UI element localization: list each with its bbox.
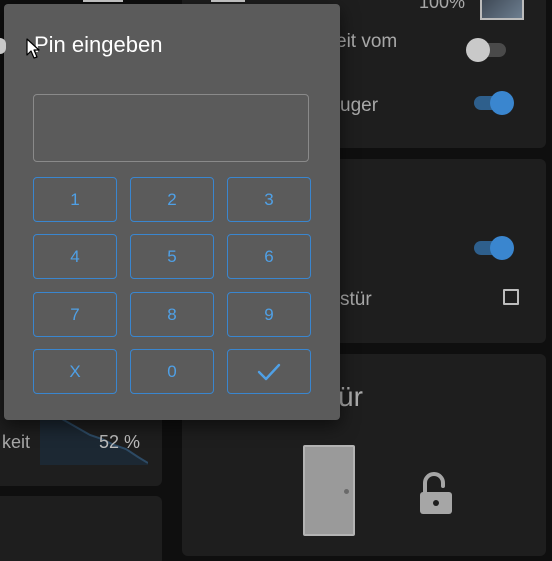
key-8[interactable]: 8 — [130, 292, 214, 337]
key-4[interactable]: 4 — [33, 234, 117, 279]
checkbox-row3[interactable] — [503, 289, 519, 305]
lock-open-icon[interactable] — [418, 470, 456, 516]
row2-label: uger — [340, 95, 379, 116]
toggle-row3[interactable] — [470, 236, 514, 260]
top-gray-block — [211, 0, 245, 2]
key-5[interactable]: 5 — [130, 234, 214, 279]
dialog-title: Pin eingeben — [34, 32, 163, 57]
key-clear[interactable]: X — [33, 349, 117, 394]
humidity-label: keit — [2, 432, 31, 452]
door-icon[interactable] — [303, 445, 355, 536]
top-gray-block-2 — [83, 0, 123, 2]
row3-label: stür — [340, 289, 372, 310]
key-6[interactable]: 6 — [227, 234, 311, 279]
row1-label: eit vom — [336, 31, 398, 52]
key-confirm[interactable] — [227, 349, 311, 394]
humidity-value: 52 % — [99, 432, 141, 452]
door-title: ür — [338, 381, 363, 412]
key-3[interactable]: 3 — [227, 177, 311, 222]
toggle-knob — [490, 236, 514, 260]
thumbnail-image[interactable] — [480, 0, 524, 20]
door-knob — [344, 489, 349, 494]
toggle-knob — [466, 38, 490, 62]
key-9[interactable]: 9 — [227, 292, 311, 337]
toggle-knob — [490, 91, 514, 115]
pin-dialog: Pin eingeben 1 2 3 4 5 6 7 8 9 X 0 — [4, 4, 340, 420]
toggle-row2[interactable] — [470, 91, 514, 115]
pin-input[interactable] — [33, 94, 309, 162]
key-7[interactable]: 7 — [33, 292, 117, 337]
key-0[interactable]: 0 — [130, 349, 214, 394]
check-icon — [257, 363, 281, 380]
key-2[interactable]: 2 — [130, 177, 214, 222]
card-left-bottom — [0, 496, 162, 561]
mouse-cursor-icon — [26, 38, 40, 60]
top-value: 100% — [419, 0, 466, 12]
screen: 100% eit vom uger stür ür keit 52 % Pin … — [0, 0, 552, 561]
key-1[interactable]: 1 — [33, 177, 117, 222]
toggle-row1[interactable] — [466, 38, 510, 62]
